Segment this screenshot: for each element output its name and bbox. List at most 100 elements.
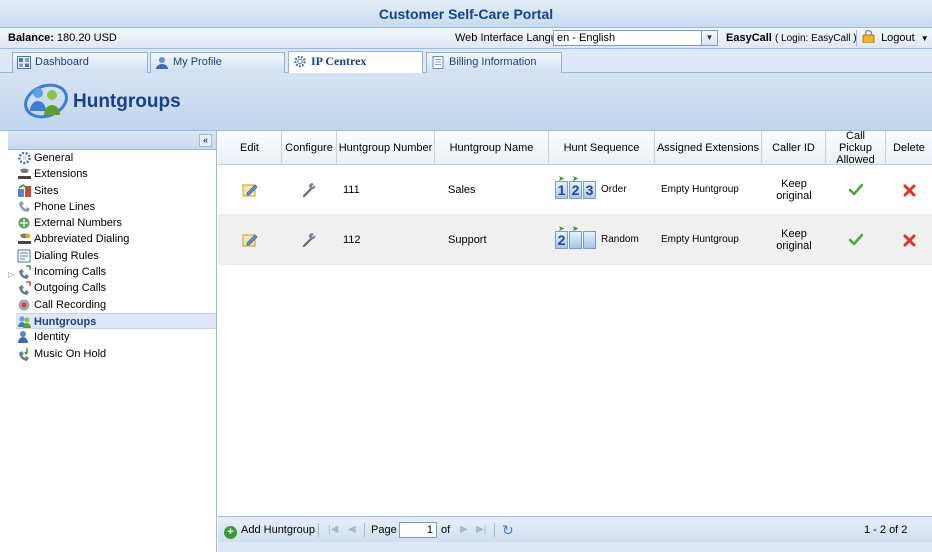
chevron-down-icon: ▼ bbox=[920, 34, 929, 43]
delete-button[interactable] bbox=[886, 165, 932, 215]
language-value: en - English bbox=[557, 32, 616, 44]
sidebar-item-extensions[interactable]: Extensions bbox=[16, 166, 216, 182]
assigned-extensions: Empty Huntgroup bbox=[661, 184, 739, 195]
column-header-huntgroup-number[interactable]: Huntgroup Number bbox=[337, 131, 435, 165]
edit-button[interactable] bbox=[218, 215, 282, 265]
next-page-button[interactable]: ▶ bbox=[460, 517, 468, 543]
tab-my-profile[interactable]: My Profile bbox=[150, 52, 285, 73]
page-header: Huntgroups bbox=[0, 73, 932, 131]
collapse-button[interactable]: « bbox=[199, 134, 212, 147]
sidebar-item-incoming-calls[interactable]: ▷ Incoming Calls bbox=[8, 264, 216, 280]
sidebar: « General Extensions Sites Phone Lines E… bbox=[8, 131, 217, 552]
check-icon bbox=[849, 233, 863, 246]
sidebar-item-external-numbers[interactable]: External Numbers bbox=[16, 215, 216, 231]
tab-dashboard[interactable]: Dashboard bbox=[12, 52, 148, 73]
hunt-sequence: ➤2 ➤1 3 Random bbox=[555, 215, 653, 265]
huntgroups-icon bbox=[18, 316, 31, 328]
edit-icon bbox=[242, 234, 258, 247]
gear-icon bbox=[18, 151, 31, 165]
edit-icon bbox=[242, 184, 258, 197]
grid-toolbar: + Add Huntgroup |◀ ◀ Page 1 of ▶ ▶| ↻ 1 -… bbox=[218, 516, 932, 542]
hunt-sequence: ➤ 1 ➤ 2 3 Order bbox=[555, 165, 653, 215]
logout-button[interactable]: Logout ▼ bbox=[862, 30, 929, 47]
huntgroups-icon bbox=[24, 83, 68, 119]
last-page-button[interactable]: ▶| bbox=[476, 517, 486, 543]
phone-lines-icon bbox=[19, 200, 30, 212]
delete-icon bbox=[903, 234, 915, 246]
sidebar-item-label: Incoming Calls bbox=[34, 266, 107, 279]
page-input[interactable]: 1 bbox=[399, 522, 437, 539]
column-header-configure[interactable]: Configure bbox=[282, 131, 337, 165]
configure-button[interactable] bbox=[282, 165, 337, 215]
delete-button[interactable] bbox=[886, 215, 932, 265]
column-header-call-pickup-allowed[interactable]: Call Pickup Allowed bbox=[826, 130, 886, 166]
divider bbox=[364, 523, 365, 537]
balance-label: Balance: bbox=[8, 32, 54, 44]
sidebar-item-label: Abbreviated Dialing bbox=[34, 233, 130, 246]
sidebar-item-label: Identity bbox=[34, 331, 70, 344]
call-pickup-allowed bbox=[826, 165, 886, 215]
sidebar-item-dialing-rules[interactable]: Dialing Rules bbox=[16, 248, 216, 264]
sidebar-item-abbreviated-dialing[interactable]: Abbreviated Dialing bbox=[16, 231, 216, 247]
sidebar-item-outgoing-calls[interactable]: Outgoing Calls bbox=[16, 280, 216, 296]
identity-icon bbox=[18, 331, 28, 344]
first-page-button[interactable]: |◀ bbox=[328, 517, 338, 543]
tab-ip-centrex[interactable]: IP Centrex bbox=[288, 51, 423, 74]
grid-header: Edit Configure Huntgroup Number Huntgrou… bbox=[218, 130, 932, 166]
incoming-calls-icon bbox=[19, 265, 31, 280]
divider bbox=[318, 523, 319, 537]
configure-button[interactable] bbox=[282, 215, 337, 265]
dashboard-icon bbox=[17, 56, 31, 69]
tab-billing-information[interactable]: Billing Information bbox=[426, 52, 562, 73]
sidebar-item-music-on-hold[interactable]: Music On Hold bbox=[16, 346, 216, 362]
page-label: Page bbox=[371, 524, 397, 536]
sidebar-item-general[interactable]: General bbox=[16, 150, 216, 166]
page-number-field[interactable]: 1 bbox=[399, 517, 437, 543]
assigned-extensions: Empty Huntgroup bbox=[661, 234, 739, 245]
column-header-edit[interactable]: Edit bbox=[218, 131, 282, 165]
gear-icon bbox=[294, 55, 306, 68]
status-strip bbox=[218, 542, 932, 552]
column-header-caller-id[interactable]: Caller ID bbox=[762, 131, 826, 165]
dialing-rules-icon bbox=[17, 249, 31, 263]
hunt-sequence-label: Random bbox=[601, 234, 639, 245]
sidebar-item-call-recording[interactable]: Call Recording bbox=[16, 297, 216, 313]
column-header-delete[interactable]: Delete bbox=[886, 131, 932, 165]
sidebar-item-sites[interactable]: Sites bbox=[16, 183, 216, 199]
sidebar-item-phone-lines[interactable]: Phone Lines bbox=[16, 199, 216, 215]
refresh-icon[interactable]: ↻ bbox=[502, 517, 514, 543]
sidebar-item-label: Call Recording bbox=[34, 298, 107, 311]
tab-label: IP Centrex bbox=[311, 54, 367, 68]
portal-title: Customer Self-Care Portal bbox=[0, 0, 932, 28]
tab-label: Dashboard bbox=[35, 56, 89, 68]
huntgroup-number: 112 bbox=[343, 234, 361, 246]
add-icon: + bbox=[224, 526, 237, 539]
sidebar-item-label: General bbox=[34, 152, 74, 164]
user-name: EasyCall bbox=[726, 32, 772, 44]
huntgroup-name: Sales bbox=[448, 184, 476, 196]
sites-icon bbox=[18, 183, 31, 197]
column-header-hunt-sequence[interactable]: Hunt Sequence bbox=[549, 131, 655, 165]
caller-id: Keep original bbox=[776, 178, 812, 202]
chevron-down-icon[interactable]: ▼ bbox=[701, 30, 718, 46]
user-icon bbox=[156, 57, 168, 69]
previous-page-button[interactable]: ◀ bbox=[348, 517, 356, 543]
delete-icon bbox=[903, 184, 915, 196]
abbreviated-dialing-icon bbox=[18, 233, 31, 245]
edit-button[interactable] bbox=[218, 165, 282, 215]
add-huntgroup-label: Add Huntgroup bbox=[241, 524, 315, 536]
column-header-huntgroup-name[interactable]: Huntgroup Name bbox=[435, 131, 549, 165]
add-huntgroup-button[interactable]: + Add Huntgroup bbox=[224, 517, 315, 543]
sidebar-item-identity[interactable]: Identity bbox=[16, 329, 216, 345]
table-row[interactable]: 111 Sales ➤ 1 ➤ 2 3 Order Empty Huntgroup … bbox=[218, 165, 932, 215]
sidebar-item-huntgroups[interactable]: Huntgroups bbox=[16, 312, 216, 330]
check-icon bbox=[849, 183, 863, 196]
column-header-assigned-extensions[interactable]: Assigned Extensions bbox=[655, 131, 762, 165]
language-select[interactable]: en - English ▼ bbox=[553, 30, 718, 46]
user-info: EasyCall ( Login: EasyCall ) bbox=[726, 32, 857, 44]
extensions-icon bbox=[18, 168, 31, 180]
table-row[interactable]: 112 Support ➤2 ➤1 3 Random Empty Huntgro… bbox=[218, 215, 932, 265]
of-label: of bbox=[441, 524, 451, 536]
expand-icon[interactable]: ▷ bbox=[8, 267, 14, 283]
sidebar-item-label: Music On Hold bbox=[34, 347, 107, 360]
